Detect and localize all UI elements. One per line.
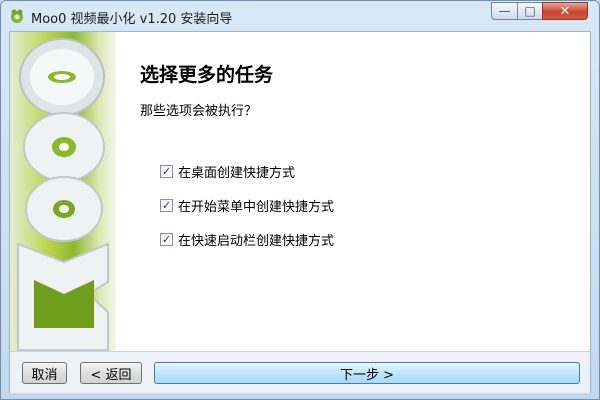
button-bar: 取消 < 返回 下一步 >: [10, 351, 590, 393]
option-label: 在桌面创建快捷方式: [178, 166, 296, 181]
title-bar[interactable]: Moo0 视频最小化 v1.20 安装向导 — □ ✕: [1, 1, 599, 31]
close-icon: ✕: [559, 3, 571, 19]
wizard-client-area: 选择更多的任务 那些选项会被执行？ ✓ 在桌面创建快捷方式 ✓ 在开始菜单中创建…: [9, 31, 591, 393]
checkbox[interactable]: ✓: [160, 233, 173, 246]
maximize-button[interactable]: □: [517, 2, 543, 20]
checkbox[interactable]: ✓: [160, 165, 173, 178]
checkbox[interactable]: ✓: [160, 199, 173, 212]
option-start-menu-shortcut[interactable]: ✓ 在开始菜单中创建快捷方式: [160, 196, 334, 215]
checkmark-icon: ✓: [161, 199, 172, 212]
installer-window: Moo0 视频最小化 v1.20 安装向导 — □ ✕ 选择更多的任务 那些选项…: [0, 0, 600, 400]
page-subtitle: 那些选项会被执行？: [140, 104, 258, 119]
checkmark-icon: ✓: [161, 165, 172, 178]
option-desktop-shortcut[interactable]: ✓ 在桌面创建快捷方式: [160, 162, 295, 181]
maximize-icon: □: [524, 4, 536, 18]
back-button[interactable]: < 返回: [80, 362, 142, 384]
window-title: Moo0 视频最小化 v1.20 安装向导: [31, 12, 233, 27]
close-button[interactable]: ✕: [542, 2, 588, 20]
option-quick-launch-shortcut[interactable]: ✓ 在快速启动栏创建快捷方式: [160, 230, 334, 249]
side-banner: [10, 32, 116, 351]
option-label: 在开始菜单中创建快捷方式: [178, 200, 335, 215]
page-title: 选择更多的任务: [140, 64, 274, 86]
app-icon: [11, 9, 23, 23]
option-label: 在快速启动栏创建快捷方式: [178, 234, 335, 249]
minimize-button[interactable]: —: [491, 2, 518, 20]
next-button[interactable]: 下一步 >: [154, 362, 580, 384]
minimize-icon: —: [498, 4, 511, 18]
cancel-button[interactable]: 取消: [22, 362, 67, 384]
checkmark-icon: ✓: [161, 233, 172, 246]
wizard-content: 选择更多的任务 那些选项会被执行？ ✓ 在桌面创建快捷方式 ✓ 在开始菜单中创建…: [116, 32, 590, 351]
moo0-logo: [17, 38, 109, 351]
